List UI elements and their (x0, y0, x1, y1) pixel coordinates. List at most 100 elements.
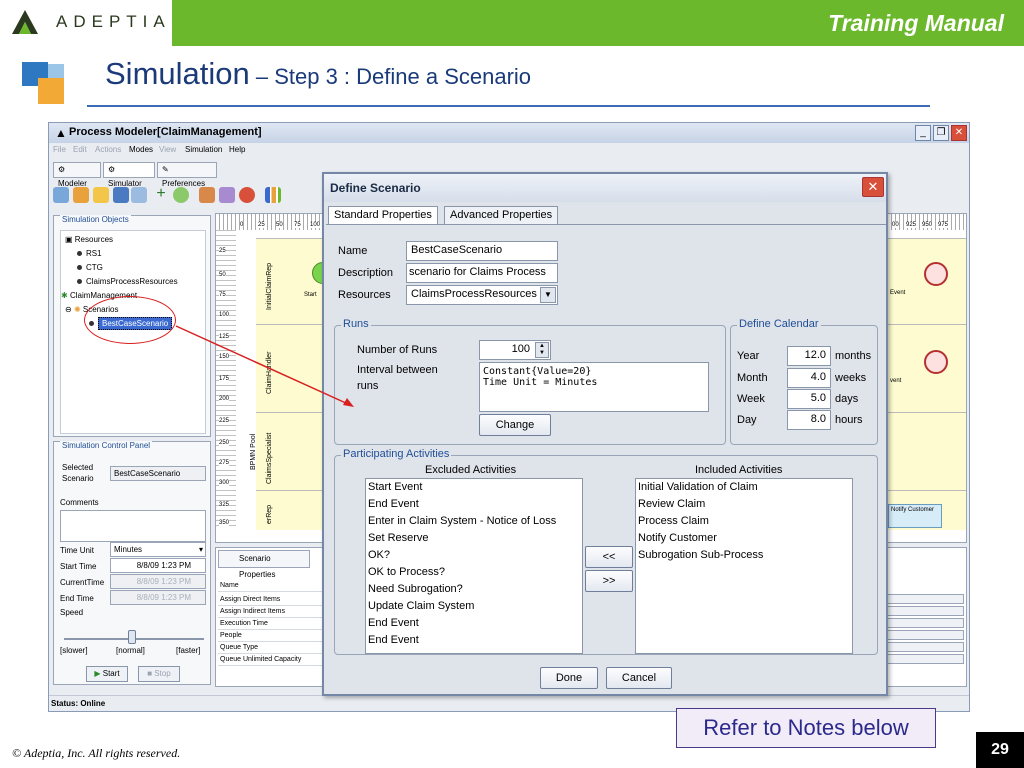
description-input[interactable]: scenario for Claims Process (406, 263, 558, 283)
tree-item-rs1[interactable]: RS1 (77, 249, 102, 258)
interval-label-runs: runs (357, 380, 379, 392)
end-event-shape[interactable] (924, 350, 948, 374)
list-item[interactable]: Process Claim (638, 515, 709, 527)
list-item[interactable]: Set Reserve (368, 532, 429, 544)
tree-item-ctg[interactable]: CTG (77, 263, 103, 272)
run-icon[interactable] (199, 187, 215, 203)
notes-callout: Refer to Notes below (676, 708, 936, 748)
prop-row-name: Name (218, 580, 326, 592)
highlight-ellipse (84, 296, 176, 344)
vruler-tick: 50 (219, 272, 226, 278)
define-calendar-group: Define Calendar Year 12.0 months Month 4… (730, 318, 878, 445)
tree-item-resources[interactable]: ▣ Resources (65, 235, 113, 244)
menu-edit[interactable]: Edit (73, 145, 87, 154)
menu-modes[interactable]: Modes (129, 145, 153, 154)
list-item[interactable]: Subrogation Sub-Process (638, 549, 763, 561)
list-item[interactable]: OK? (368, 549, 390, 561)
list-item[interactable]: Review Claim (638, 498, 705, 510)
change-button[interactable]: Change (479, 414, 551, 436)
dialog-close-button[interactable]: ✕ (862, 177, 884, 197)
list-item[interactable]: End Event (368, 634, 419, 646)
prop-value-field[interactable] (886, 618, 964, 628)
list-item[interactable]: Start Event (368, 481, 422, 493)
list-item[interactable]: Initial Validation of Claim (638, 481, 758, 493)
close-window-button[interactable]: ✕ (951, 125, 967, 141)
start-button[interactable]: ▶ Start (86, 666, 128, 682)
save-icon[interactable] (113, 187, 129, 203)
done-button[interactable]: Done (540, 667, 598, 689)
end-time-label: End Time (60, 594, 94, 603)
number-of-runs-label: Number of Runs (357, 344, 438, 356)
ruler-tick: 50 (276, 222, 283, 228)
spinner-icon[interactable]: ▲ ▼ (535, 342, 549, 358)
runs-title: Runs (341, 318, 371, 330)
list-item[interactable]: Notify Customer (638, 532, 717, 544)
vruler-tick: 175 (219, 376, 230, 382)
menu-simulation[interactable]: Simulation (185, 145, 222, 154)
manual-title: Training Manual (828, 10, 1004, 36)
move-right-button[interactable]: >> (585, 570, 633, 592)
number-of-runs-input[interactable]: 100 ▲ ▼ (479, 340, 551, 360)
menu-view[interactable]: View (159, 145, 176, 154)
refresh-icon[interactable] (173, 187, 189, 203)
restore-button[interactable]: ❐ (933, 125, 949, 141)
comments-field[interactable] (60, 510, 206, 542)
list-item[interactable]: End Event (368, 498, 419, 510)
prop-row: Execution Time (218, 618, 326, 630)
interval-value-line: Time Unit = Minutes (483, 377, 598, 388)
minimize-button[interactable]: _ (915, 125, 931, 141)
window-titlebar: ▲ Process Modeler[ClaimManagement] _ ❐ ✕ (49, 123, 969, 143)
prop-value-field[interactable] (886, 642, 964, 652)
list-item[interactable]: Need Subrogation? (368, 583, 463, 595)
edit-icon[interactable] (219, 187, 235, 203)
notify-customer-task[interactable]: Notify Customer (888, 504, 942, 528)
delete-icon[interactable] (239, 187, 255, 203)
time-unit-select[interactable]: Minutes ▾ (110, 542, 206, 557)
speed-slider-thumb[interactable] (128, 630, 136, 644)
resources-value: ClaimsProcessResources (411, 288, 537, 300)
chart-icon[interactable] (265, 187, 281, 203)
menu-actions[interactable]: Actions (95, 145, 121, 154)
move-left-button[interactable]: << (585, 546, 633, 568)
control-panel-title: Simulation Control Panel (60, 441, 153, 450)
list-item[interactable]: Update Claim System (368, 600, 474, 612)
name-input[interactable]: BestCaseScenario (406, 241, 558, 261)
interval-textarea[interactable]: Constant{Value=20} Time Unit = Minutes (479, 362, 709, 412)
calendar-month-input[interactable]: 4.0 (787, 368, 831, 388)
calendar-day-input[interactable]: 8.0 (787, 410, 831, 430)
stop-button[interactable]: ■ Stop (138, 666, 180, 682)
prop-value-field[interactable] (886, 630, 964, 640)
vruler-tick: 150 (219, 354, 230, 360)
calendar-week-input[interactable]: 5.0 (787, 389, 831, 409)
participating-activities-title: Participating Activities (341, 448, 452, 460)
folder-icon[interactable] (93, 187, 109, 203)
menu-file[interactable]: File (53, 145, 66, 154)
number-of-runs-value: 100 (511, 343, 530, 355)
resources-select[interactable]: ClaimsProcessResources ▼ (406, 285, 558, 305)
calendar-year-input[interactable]: 12.0 (787, 346, 831, 366)
tab-standard-properties[interactable]: Standard Properties (328, 206, 438, 225)
tab-modeler[interactable]: ⚙ Modeler (53, 162, 101, 188)
ruler-tick: 100 (310, 222, 321, 228)
chevron-down-icon: ▾ (198, 545, 203, 554)
prop-value-field[interactable] (886, 606, 964, 616)
tab-preferences[interactable]: ✎ Preferences (157, 162, 217, 188)
list-item[interactable]: OK to Process? (368, 566, 445, 578)
cancel-button[interactable]: Cancel (606, 667, 672, 689)
tab-scenario-properties[interactable]: Scenario Properties (218, 550, 310, 579)
add-icon[interactable]: + (153, 186, 169, 203)
tab-simulator[interactable]: ⚙ Simulator (103, 162, 155, 188)
menu-help[interactable]: Help (229, 145, 245, 154)
tab-advanced-properties[interactable]: Advanced Properties (444, 206, 559, 225)
new-icon[interactable] (53, 187, 69, 203)
open-icon[interactable] (73, 187, 89, 203)
prop-value-field[interactable] (886, 594, 964, 604)
list-item[interactable]: End Event (368, 617, 419, 629)
start-time-field[interactable]: 8/8/09 1:23 PM (110, 558, 206, 573)
included-activities-header: Included Activities (695, 464, 783, 476)
tree-item-claims-process-resources[interactable]: ClaimsProcessResources (77, 277, 178, 286)
prop-value-field[interactable] (886, 654, 964, 664)
end-event-shape[interactable] (924, 262, 948, 286)
list-item[interactable]: Enter in Claim System - Notice of Loss (368, 515, 556, 527)
copy-icon[interactable] (131, 187, 147, 203)
